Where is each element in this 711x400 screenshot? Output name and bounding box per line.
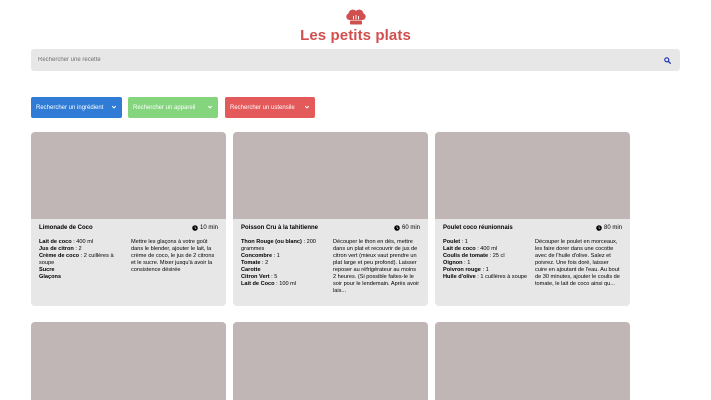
utensil-filter-label: Rechercher un ustensile [230, 104, 295, 111]
recipe-description: Découper le thon en dés, mettre dans un … [333, 239, 420, 294]
ingredient-item: Lait de coco : 400 ml [443, 246, 498, 252]
ingredient-item: Tomate : 2 [241, 260, 269, 266]
ingredient-filter-button[interactable]: Rechercher un ingrédient [31, 97, 122, 118]
recipe-title: Limonade de Coco [39, 225, 93, 231]
recipe-title: Poisson Cru à la tahitienne [241, 225, 319, 231]
ingredient-filter-label: Rechercher un ingrédient [36, 104, 104, 111]
recipe-card[interactable] [233, 322, 428, 400]
page-title: Les petits plats [300, 27, 411, 44]
recipe-title: Poulet coco réunionnais [443, 225, 513, 231]
ingredient-item: Huile d'olive : 1 cuillères à soupe [443, 274, 528, 280]
ingredient-item: Citron Vert : 5 [241, 274, 278, 280]
recipe-time-value: 60 min [401, 225, 420, 231]
recipe-card[interactable]: Poisson Cru à la tahitienne 60 min Thon … [233, 132, 428, 306]
ingredient-item: Jus de citron : 2 [39, 246, 82, 252]
ingredient-item: Crème de coco : 2 cuillères à soupe [39, 253, 114, 266]
search-icon[interactable] [656, 49, 678, 71]
recipe-card[interactable]: Poulet coco réunionnais 80 min Poulet : … [435, 132, 630, 306]
ingredient-list: Lait de coco : 400 ml Jus de citron : 2 … [39, 239, 129, 281]
header: Les petits plats [0, 8, 711, 44]
recipe-image [435, 132, 630, 219]
recipe-card[interactable] [435, 322, 630, 400]
recipe-image [31, 132, 226, 219]
recipe-time: 80 min [596, 225, 622, 231]
search-input[interactable] [31, 49, 656, 71]
ingredient-item: Carotte [241, 267, 261, 273]
recipe-description: Mettre les glaçons à votre goût dans le … [131, 239, 215, 273]
chevron-down-icon [304, 105, 310, 109]
ingredient-item: Sucre [39, 267, 55, 273]
clock-icon [394, 225, 400, 231]
ingredient-item: Concombre : 1 [241, 253, 280, 259]
chevron-down-icon [111, 105, 117, 109]
recipe-image [233, 132, 428, 219]
ingredient-item: Lait de coco : 400 ml [39, 239, 94, 245]
recipe-description: Découper le poulet en morceaux, les fair… [535, 239, 620, 287]
utensil-filter-button[interactable]: Rechercher un ustensile [225, 97, 315, 118]
ingredient-item: Oignon : 1 [443, 260, 471, 266]
ingredient-item: Glaçons [39, 274, 62, 280]
recipe-image [435, 322, 630, 400]
recipe-card[interactable] [31, 322, 226, 400]
recipe-time-value: 10 min [199, 225, 218, 231]
appliance-filter-button[interactable]: Rechercher un appareil [128, 97, 218, 118]
recipe-time: 60 min [394, 225, 420, 231]
ingredient-item: Thon Rouge (ou blanc) : 200 grammes [241, 239, 316, 252]
ingredient-item: Poulet : 1 [443, 239, 468, 245]
recipe-image [31, 322, 226, 400]
clock-icon [596, 225, 602, 231]
chef-hat-icon [345, 9, 366, 25]
recipe-card[interactable]: Limonade de Coco 10 min Lait de coco : 4… [31, 132, 226, 306]
recipe-image [233, 322, 428, 400]
recipe-time: 10 min [192, 225, 218, 231]
search-bar [31, 49, 680, 71]
ingredient-item: Lait de Coco : 100 ml [241, 281, 297, 287]
ingredient-list: Thon Rouge (ou blanc) : 200 grammes Conc… [241, 239, 331, 295]
ingredient-item: Coulis de tomate : 25 cl [443, 253, 505, 259]
ingredient-item: Poivron rouge : 1 [443, 267, 489, 273]
clock-icon [192, 225, 198, 231]
chevron-down-icon [207, 105, 213, 109]
ingredient-list: Poulet : 1 Lait de coco : 400 ml Coulis … [443, 239, 533, 288]
recipe-time-value: 80 min [603, 225, 622, 231]
appliance-filter-label: Rechercher un appareil [133, 104, 196, 111]
